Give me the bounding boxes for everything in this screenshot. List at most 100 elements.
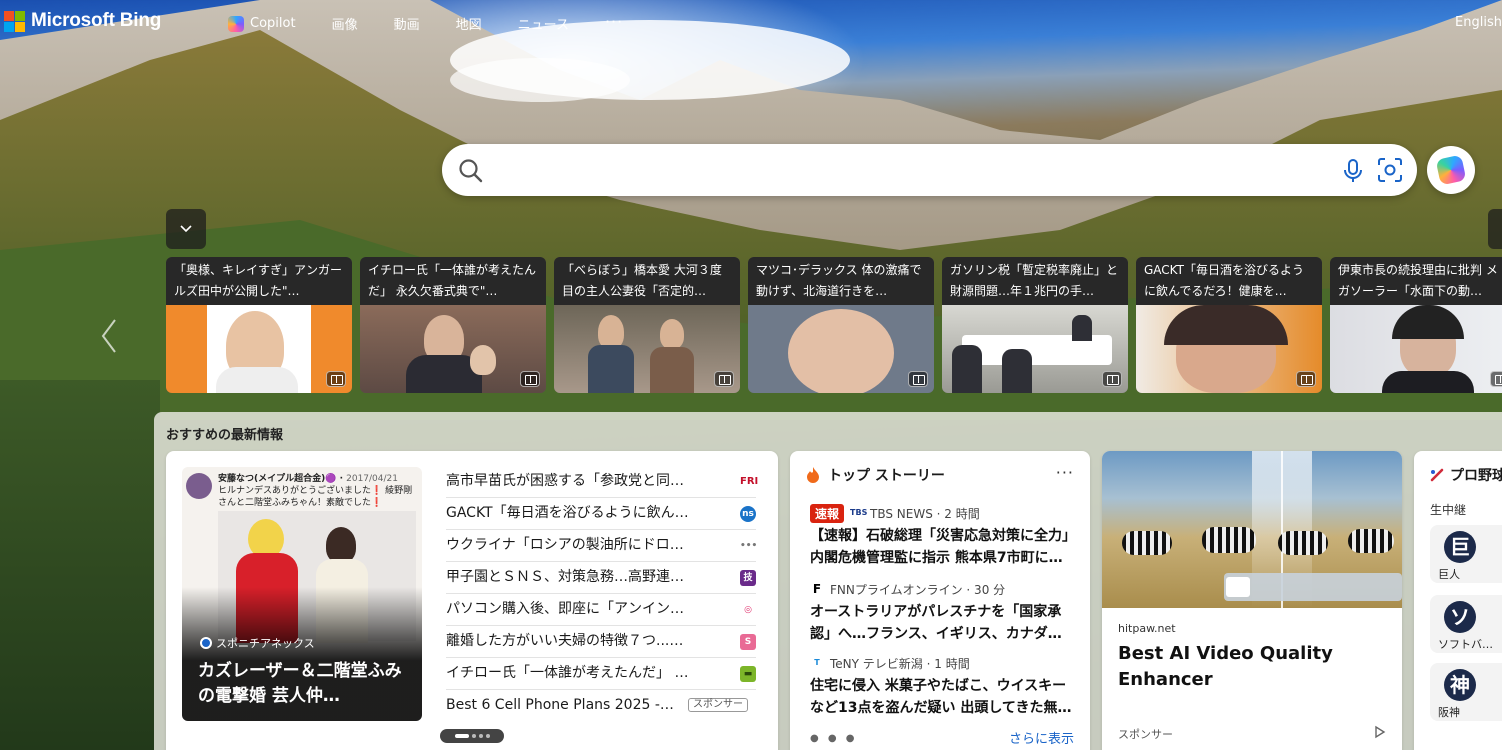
featured-title: カズレーザー＆二階堂ふみの電撃婚 芸人仲… — [198, 661, 402, 706]
headline-item[interactable]: 離婚した方がいい夫婦の特徴７つ...… S — [446, 626, 756, 658]
search-icon[interactable] — [458, 158, 484, 184]
headline-item[interactable]: 甲子園とＳＮＳ、対策急務…高野連… 技 — [446, 562, 756, 594]
team-item[interactable]: 神 阪神 — [1430, 663, 1502, 721]
nav-more-button[interactable]: ··· — [605, 12, 623, 31]
baseball-header: プロ野球 — [1430, 465, 1502, 485]
more-options-button[interactable]: ··· — [1056, 463, 1074, 482]
carousel-card[interactable]: 伊東市長の続投理由に批判 メガソーラー「水面下の動… — [1330, 257, 1502, 393]
team-logo-icon: 神 — [1444, 669, 1476, 701]
team-item[interactable]: ソ ソフトバ… — [1430, 595, 1502, 653]
headline-text: パソコン購入後、即座に「アンイン… — [446, 601, 684, 617]
feed-panel: おすすめの最新情報 安藤なつ(メイプル超合金)🟣 · 2017/04/21 ヒル… — [154, 412, 1502, 750]
headline-item[interactable]: ウクライナ「ロシアの製油所にドロ… ••• — [446, 530, 757, 562]
nav-copilot[interactable]: Copilot — [228, 15, 296, 32]
story-source: TeNY テレビ新潟 · 1 時間 — [830, 656, 970, 671]
reader-icon — [520, 371, 540, 387]
carousel-image — [554, 305, 740, 393]
baseball-card: プロ野球 生中継 巨 巨人 ソ ソフトバ… 神 阪神 — [1414, 451, 1502, 750]
top-stories-card: トップ ストーリー ··· 速報 TBS TBS NEWS · 2 時間 【速報… — [790, 451, 1090, 750]
chevron-down-icon — [180, 225, 192, 233]
carousel-card[interactable]: GACKT「毎日酒を浴びるように飲んでるだろ！健康を… — [1136, 257, 1322, 393]
headline-item[interactable]: パソコン購入後、即座に「アンイン… ◎ — [446, 594, 756, 626]
reader-icon — [326, 371, 346, 387]
nav-images[interactable]: 画像 — [332, 14, 358, 33]
publisher-logo-icon: ••• — [740, 538, 757, 554]
carousel-card[interactable]: 「べらぼう」橋本愛 大河３度目の主人公妻役「否定的… — [554, 257, 740, 393]
featured-article[interactable]: 安藤なつ(メイプル超合金)🟣 · 2017/04/21 ヒルナンデスありがとうご… — [182, 467, 422, 721]
microsoft-logo-icon — [4, 10, 25, 32]
headline-item-sponsored[interactable]: Best 6 Cell Phone Plans 2025 - … スポンサー — [446, 690, 756, 722]
story-text: 【速報】石破総理「災害応急対策に全力」内閣危機管理監に指示 熊本県7市町に… — [810, 528, 1069, 566]
headline-text: 離婚した方がいい夫婦の特徴７つ...… — [446, 633, 684, 649]
nav-videos[interactable]: 動画 — [394, 14, 420, 33]
story-item[interactable]: F FNNプライムオンライン · 30 分 オーストラリアがパレスチナを「国家承… — [810, 579, 1072, 645]
carousel-caption: イチロー氏「一体誰が考えたんだ」 永久欠番式典で"… — [360, 257, 546, 305]
story-source: FNNプライムオンライン · 30 分 — [830, 582, 1006, 597]
headline-item[interactable]: 高市早苗氏が困惑する「参政党と同… FRI — [446, 466, 758, 498]
carousel-card[interactable]: ガソリン税「暫定税率廃止」と財源問題…年１兆円の手… — [942, 257, 1128, 393]
headline-text: ウクライナ「ロシアの製油所にドロ… — [446, 537, 684, 553]
language-switch[interactable]: English — [1455, 15, 1502, 30]
fnn-logo-icon: F — [812, 582, 822, 596]
story-item[interactable]: 速報 TBS TBS NEWS · 2 時間 【速報】石破総理「災害応急対策に全… — [810, 503, 1072, 569]
team-logo-icon: ソ — [1444, 601, 1476, 633]
ad-sponsor-label: スポンサー — [1118, 728, 1173, 741]
carousel-image — [166, 305, 352, 393]
tweet-text: ヒルナンデスありがとうございました❗ 綾野剛さんと二階堂ふみちゃん！素敵でした❗ — [218, 486, 413, 508]
publisher-logo-icon: 技 — [740, 570, 756, 586]
tweet-name: 安藤なつ(メイプル超合金)🟣 — [218, 474, 337, 484]
carousel-image — [1330, 305, 1502, 393]
teny-logo-icon: T — [814, 658, 820, 667]
carousel-caption: マツコ･デラックス 体の激痛で動けず、北海道行きを… — [748, 257, 934, 305]
ad-card[interactable]: hitpaw.net Best AI Video Quality Enhance… — [1102, 451, 1402, 750]
carousel-card[interactable]: マツコ･デラックス 体の激痛で動けず、北海道行きを… — [748, 257, 934, 393]
story-text: オーストラリアがパレスチナを「国家承認」へ…フランス、イギリス、カナダ… — [810, 604, 1062, 642]
story-item[interactable]: T TeNY テレビ新潟 · 1 時間 住宅に侵入 米菓子やたばこ、ウイスキーな… — [810, 653, 1072, 719]
headline-text: 高市早苗氏が困惑する「参政党と同… — [446, 473, 684, 489]
story-meta: 速報 TBS TBS NEWS · 2 時間 — [810, 503, 1072, 523]
breaking-badge: 速報 — [810, 503, 845, 523]
search-box — [442, 144, 1417, 196]
carousel-caption: 「奥様、キレイすぎ」アンガールズ田中が公開した"… — [166, 257, 352, 305]
right-edge-button[interactable] — [1488, 209, 1502, 249]
headline-item[interactable]: イチロー氏「一体誰が考えたんだ」 … ▬ — [446, 658, 756, 690]
carousel-image — [942, 305, 1128, 393]
team-logo-icon: 巨 — [1444, 531, 1476, 563]
carousel-card[interactable]: イチロー氏「一体誰が考えたんだ」 永久欠番式典で"… — [360, 257, 546, 393]
microphone-icon[interactable] — [1342, 158, 1364, 184]
collapse-toggle-button[interactable] — [166, 209, 206, 249]
pagination-dots[interactable] — [440, 729, 504, 743]
ad-image — [1102, 451, 1402, 608]
nav-maps[interactable]: 地図 — [456, 14, 482, 33]
ad-choices-icon[interactable] — [1374, 725, 1386, 739]
reader-icon — [1102, 371, 1122, 387]
visual-search-icon[interactable] — [1377, 157, 1403, 183]
headline-text: GACKT「毎日酒を浴びるように飲ん… — [446, 505, 689, 521]
carousel-card[interactable]: 「奥様、キレイすぎ」アンガールズ田中が公開した"… — [166, 257, 352, 393]
headline-item[interactable]: GACKT「毎日酒を浴びるように飲ん… ns — [446, 498, 756, 530]
feed-title: おすすめの最新情報 — [166, 428, 284, 443]
source-logo-icon — [200, 637, 212, 649]
brand-name: Microsoft Bing — [31, 10, 162, 31]
copilot-icon — [228, 15, 244, 32]
bing-logo[interactable]: Microsoft Bing — [4, 10, 161, 32]
carousel-image — [1136, 305, 1322, 393]
team-name: 巨人 — [1438, 568, 1460, 581]
team-item[interactable]: 巨 巨人 — [1430, 525, 1502, 583]
carousel-caption: 「べらぼう」橋本愛 大河３度目の主人公妻役「否定的… — [554, 257, 740, 305]
news-card: 安藤なつ(メイプル超合金)🟣 · 2017/04/21 ヒルナンデスありがとうご… — [166, 451, 778, 750]
copilot-button[interactable] — [1427, 146, 1475, 194]
story-meta: T TeNY テレビ新潟 · 1 時間 — [810, 653, 1072, 673]
copilot-logo-icon — [1435, 154, 1467, 186]
search-input[interactable] — [498, 156, 1358, 184]
chevron-left-icon[interactable] — [100, 318, 118, 354]
baseball-title: プロ野球 — [1450, 468, 1502, 484]
see-more-link[interactable]: さらに表示 — [1009, 728, 1074, 747]
carousel-caption: GACKT「毎日酒を浴びるように飲んでるだろ！健康を… — [1136, 257, 1322, 305]
reader-icon — [1490, 371, 1502, 387]
nav-news[interactable]: ニュース — [518, 14, 569, 33]
reader-icon — [1296, 371, 1316, 387]
forest-foreground — [0, 380, 160, 750]
story-text: 住宅に侵入 米菓子やたばこ、ウイスキーなど13点を盗んだ疑い 出頭してきた無… — [810, 678, 1072, 716]
pagination-dots[interactable]: ● ● ● — [810, 733, 858, 744]
